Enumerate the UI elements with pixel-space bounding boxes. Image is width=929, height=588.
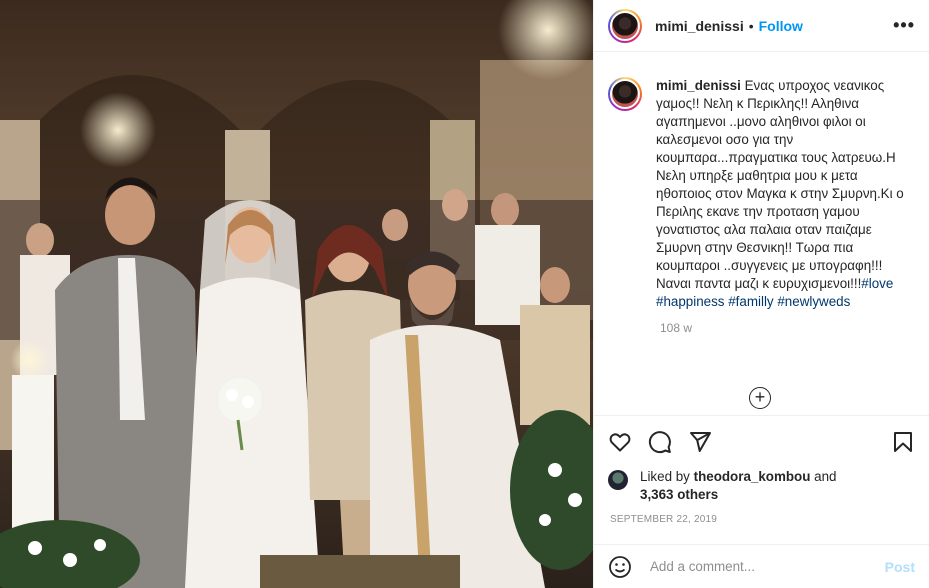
comment-icon[interactable] (648, 430, 672, 454)
post-date: SEPTEMBER 22, 2019 (610, 514, 717, 525)
likes-summary: Liked by theodora_kombou and 3,363 other… (608, 468, 915, 504)
plus-circle-icon[interactable]: + (749, 387, 771, 409)
post-comment-button[interactable]: Post (885, 559, 915, 575)
follow-button[interactable]: Follow (759, 18, 803, 34)
caption-author-avatar[interactable] (608, 77, 642, 111)
liker-username[interactable]: theodora_kombou (694, 469, 811, 484)
action-bar (594, 415, 929, 467)
comment-input[interactable] (648, 558, 885, 575)
comments-section[interactable]: mimi_denissi Ενας υπροχος νεανικος γαμος… (594, 53, 929, 415)
liker-avatar[interactable] (608, 470, 628, 490)
add-comment-bar: Post (594, 544, 929, 588)
likes-text: Liked by theodora_kombou and 3,363 other… (640, 468, 837, 504)
likes-count[interactable]: 3,363 others (640, 487, 718, 502)
hashtag-love[interactable]: #love (861, 276, 893, 291)
caption-body: Ενας υπροχος νεανικος γαμος!! Νελη κ Περ… (656, 78, 904, 291)
heart-icon[interactable] (608, 430, 632, 454)
author-username[interactable]: mimi_denissi (655, 18, 744, 34)
bookmark-icon[interactable] (891, 430, 915, 454)
post-photo[interactable] (0, 0, 593, 588)
hashtag-familly[interactable]: #familly (728, 294, 773, 309)
smiley-icon[interactable] (608, 555, 632, 579)
hashtag-newlyweds[interactable]: #newlyweds (777, 294, 850, 309)
author-avatar[interactable] (608, 8, 642, 43)
likes-prefix: Liked by (640, 469, 690, 484)
caption-username[interactable]: mimi_denissi (656, 78, 741, 93)
wedding-photo-image (0, 0, 593, 588)
likes-and: and (814, 469, 837, 484)
separator-dot: • (748, 17, 754, 34)
hashtag-happiness[interactable]: #happiness (656, 294, 725, 309)
caption-text: mimi_denissi Ενας υπροχος νεανικος γαμος… (656, 77, 906, 311)
caption-row: mimi_denissi Ενας υπροχος νεανικος γαμος… (608, 77, 915, 311)
more-options-icon[interactable]: ••• (893, 15, 915, 36)
paper-plane-icon[interactable] (688, 430, 712, 454)
post-side-panel: mimi_denissi • Follow ••• mimi_denissi Ε… (593, 0, 929, 588)
caption-time: 108 w (660, 321, 693, 335)
post-header: mimi_denissi • Follow ••• (594, 0, 929, 52)
